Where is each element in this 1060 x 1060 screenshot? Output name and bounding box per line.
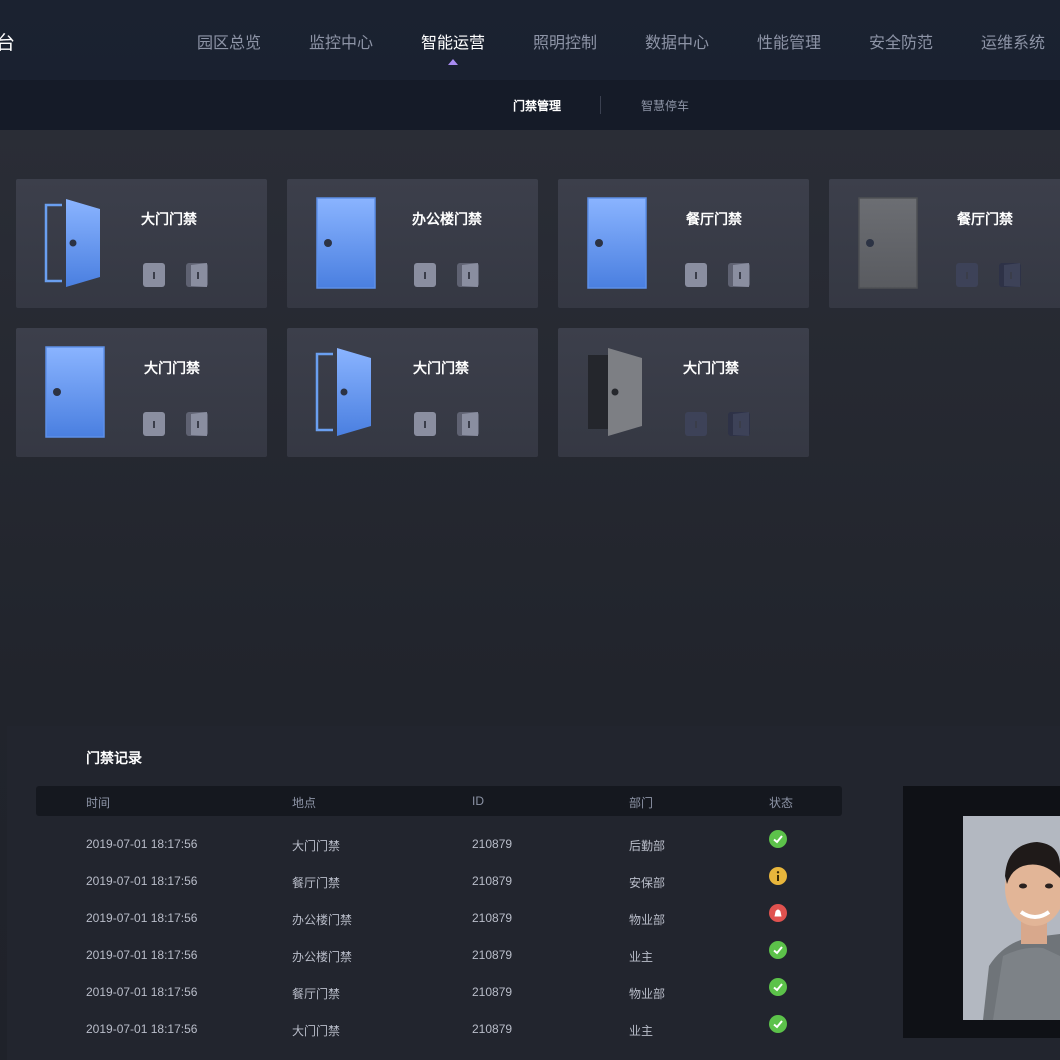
open-door-button[interactable] <box>456 410 480 438</box>
table-row[interactable]: 2019-07-01 18:17:56 办公楼门禁 210879 业主 <box>7 941 847 985</box>
status-ok-icon <box>769 830 787 848</box>
sub-nav-divider <box>600 96 601 114</box>
lock-door-button[interactable] <box>413 410 437 438</box>
door-name: 大门门禁 <box>683 360 739 376</box>
access-records-panel: 门禁记录 时间 地点 ID 部门 状态 2019-07-01 18:17:56 大… <box>7 726 1060 1060</box>
open-door-button[interactable] <box>998 261 1022 289</box>
status-ok-icon <box>769 1015 787 1033</box>
open-door-button[interactable] <box>185 410 209 438</box>
cell-dept: 物业部 <box>629 913 666 927</box>
open-door-button[interactable] <box>185 261 209 289</box>
lock-door-button[interactable] <box>413 261 437 289</box>
top-nav-bar: 台 园区总览 监控中心 智能运营 照明控制 数据中心 性能管理 安全防范 运维系统 <box>0 0 1060 81</box>
door-name: 大门门禁 <box>144 360 200 376</box>
door-name: 餐厅门禁 <box>957 211 1013 227</box>
door-name: 办公楼门禁 <box>412 211 482 227</box>
door-card[interactable]: 办公楼门禁 <box>287 179 538 308</box>
cell-id: 210879 <box>472 837 513 851</box>
cell-location: 餐厅门禁 <box>292 987 341 1001</box>
door-open-icon <box>580 342 670 442</box>
person-photo-panel <box>903 786 1060 1038</box>
cell-location: 大门门禁 <box>292 1024 341 1038</box>
door-closed-icon <box>309 193 399 293</box>
brand-title: 台 <box>0 33 16 54</box>
open-door-button[interactable] <box>727 410 751 438</box>
cell-time: 2019-07-01 18:17:56 <box>86 948 198 962</box>
door-card[interactable]: 餐厅门禁 <box>829 179 1060 308</box>
door-closed-icon <box>38 342 128 442</box>
nav-item-lighting[interactable]: 照明控制 <box>533 29 597 53</box>
status-warning-icon <box>769 867 787 885</box>
cell-id: 210879 <box>472 874 513 888</box>
sub-nav-bar: 门禁管理 智慧停车 <box>0 80 1060 130</box>
table-row[interactable]: 2019-07-01 18:17:56 餐厅门禁 210879 安保部 <box>7 867 847 911</box>
person-photo <box>963 816 1060 1020</box>
nav-item-performance[interactable]: 性能管理 <box>757 29 821 53</box>
door-name: 餐厅门禁 <box>686 211 742 227</box>
cell-time: 2019-07-01 18:17:56 <box>86 874 198 888</box>
lock-door-button[interactable] <box>684 261 708 289</box>
door-closed-icon <box>851 193 941 293</box>
col-status: 状态 <box>769 796 794 810</box>
door-card[interactable]: 餐厅门禁 <box>558 179 809 308</box>
door-closed-icon <box>580 193 670 293</box>
records-title: 门禁记录 <box>86 750 142 766</box>
lock-door-button[interactable] <box>955 261 979 289</box>
cell-location: 办公楼门禁 <box>292 913 353 927</box>
cell-time: 2019-07-01 18:17:56 <box>86 985 198 999</box>
cell-id: 210879 <box>472 911 513 925</box>
door-name: 大门门禁 <box>141 211 197 227</box>
cell-id: 210879 <box>472 1022 513 1036</box>
col-time: 时间 <box>86 796 111 810</box>
table-row[interactable]: 2019-07-01 18:17:56 餐厅门禁 210879 物业部 <box>7 978 847 1022</box>
table-row[interactable]: 2019-07-01 18:17:56 大门门禁 210879 业主 <box>7 1015 847 1059</box>
nav-item-operations[interactable]: 智能运营 <box>421 29 485 65</box>
cell-dept: 后勤部 <box>629 839 666 853</box>
status-ok-icon <box>769 978 787 996</box>
door-open-icon <box>38 193 128 293</box>
records-table-header: 时间 地点 ID 部门 状态 <box>36 786 842 816</box>
lock-door-button[interactable] <box>142 261 166 289</box>
cell-dept: 物业部 <box>629 987 666 1001</box>
door-name: 大门门禁 <box>413 360 469 376</box>
col-dept: 部门 <box>629 796 654 810</box>
cell-id: 210879 <box>472 985 513 999</box>
door-card[interactable]: 大门门禁 <box>16 179 267 308</box>
cell-id: 210879 <box>472 948 513 962</box>
status-ok-icon <box>769 941 787 959</box>
cell-location: 办公楼门禁 <box>292 950 353 964</box>
status-alarm-icon <box>769 904 787 922</box>
table-row[interactable]: 2019-07-01 18:17:56 大门门禁 210879 后勤部 <box>7 830 847 874</box>
cell-location: 大门门禁 <box>292 839 341 853</box>
col-location: 地点 <box>292 796 317 810</box>
door-card[interactable]: 大门门禁 <box>558 328 809 457</box>
cell-time: 2019-07-01 18:17:56 <box>86 911 198 925</box>
door-card[interactable]: 大门门禁 <box>287 328 538 457</box>
cell-time: 2019-07-01 18:17:56 <box>86 837 198 851</box>
lock-door-button[interactable] <box>142 410 166 438</box>
subnav-tab-access-control[interactable]: 门禁管理 <box>513 97 561 114</box>
door-card[interactable]: 大门门禁 <box>16 328 267 457</box>
lock-door-button[interactable] <box>684 410 708 438</box>
active-nav-indicator <box>448 59 458 65</box>
nav-item-ops[interactable]: 运维系统 <box>981 29 1045 53</box>
nav-item-data[interactable]: 数据中心 <box>645 29 709 53</box>
door-open-icon <box>309 342 399 442</box>
cell-time: 2019-07-01 18:17:56 <box>86 1022 198 1036</box>
nav-item-monitor[interactable]: 监控中心 <box>309 29 373 53</box>
cell-dept: 安保部 <box>629 876 666 890</box>
open-door-button[interactable] <box>456 261 480 289</box>
cell-dept: 业主 <box>629 950 654 964</box>
table-row[interactable]: 2019-07-01 18:17:56 办公楼门禁 210879 物业部 <box>7 904 847 948</box>
subnav-tab-smart-parking[interactable]: 智慧停车 <box>641 97 689 114</box>
nav-item-overview[interactable]: 园区总览 <box>197 29 261 53</box>
cell-location: 餐厅门禁 <box>292 876 341 890</box>
col-id: ID <box>472 794 484 808</box>
nav-item-security[interactable]: 安全防范 <box>869 29 933 53</box>
open-door-button[interactable] <box>727 261 751 289</box>
cell-dept: 业主 <box>629 1024 654 1038</box>
